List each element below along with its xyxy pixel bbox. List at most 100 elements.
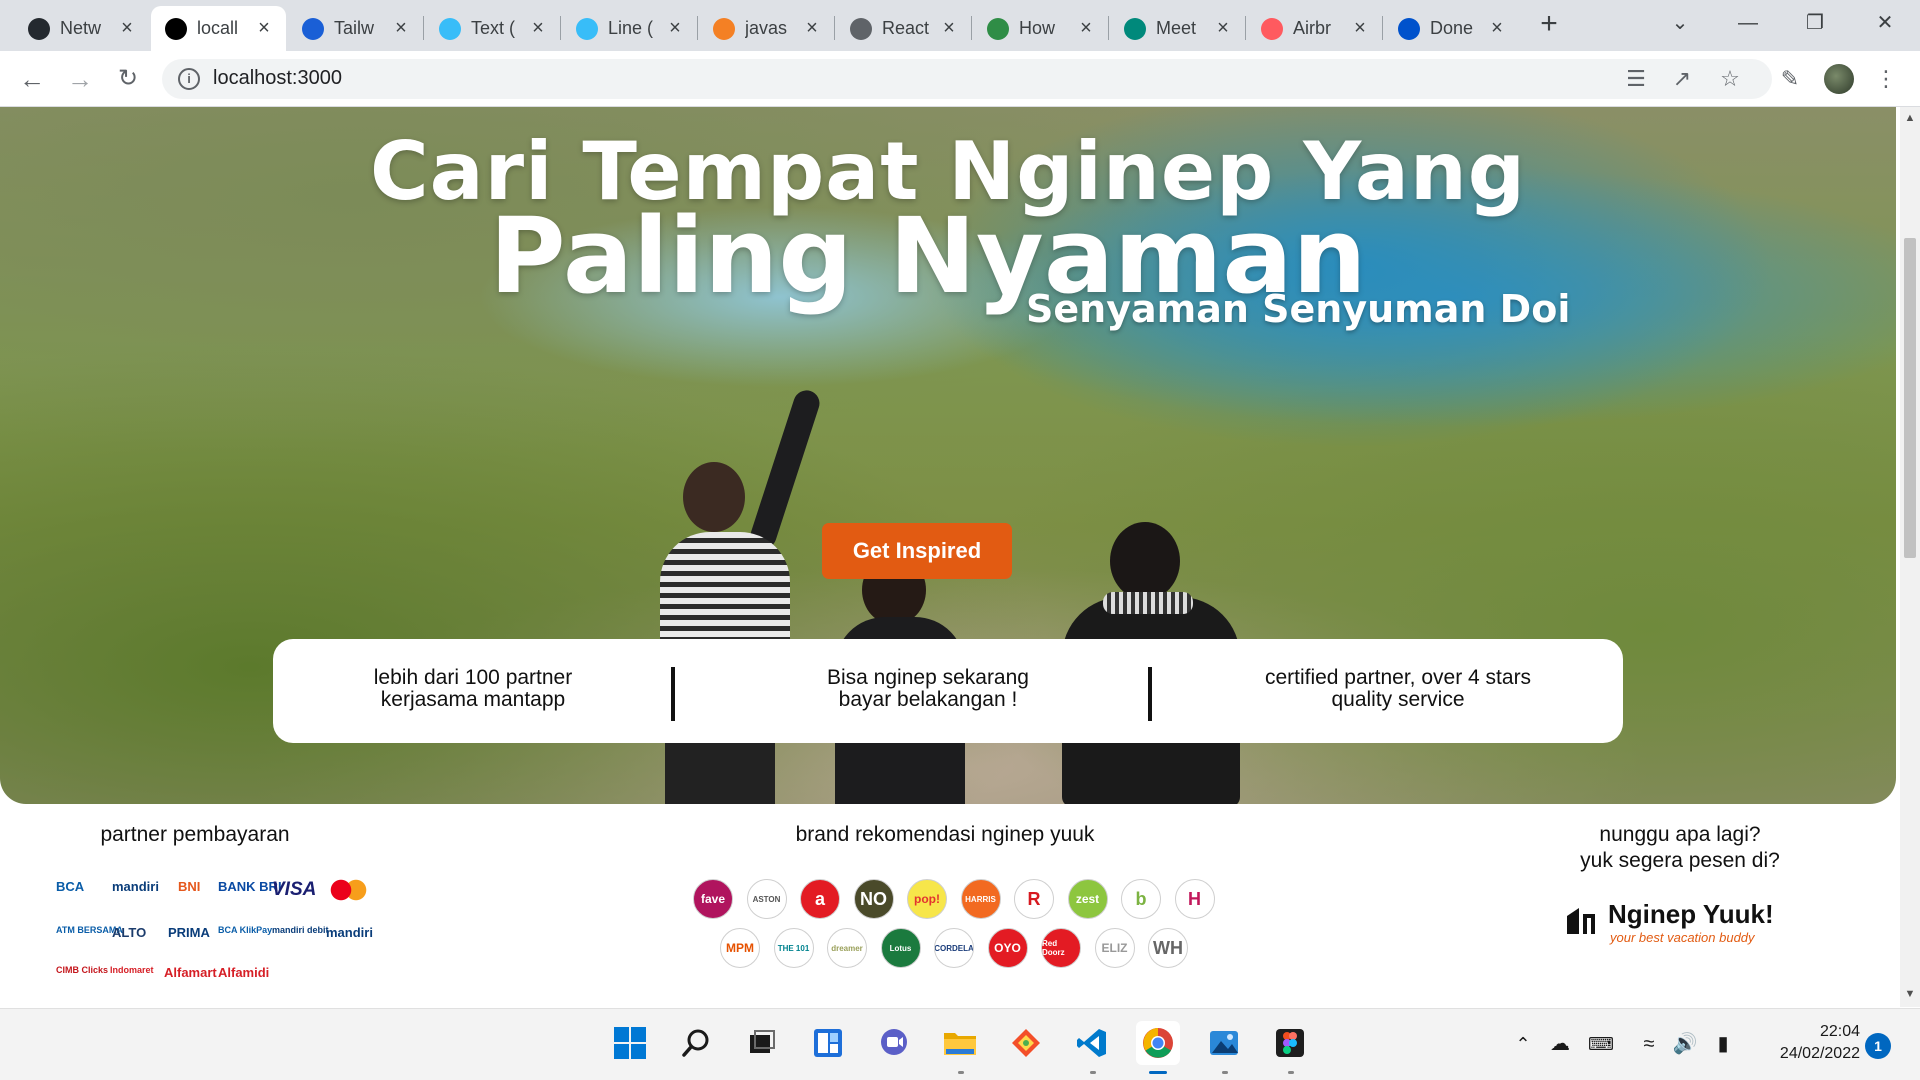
tab-5[interactable]: javas × [699, 6, 834, 51]
widgets-icon[interactable] [806, 1021, 850, 1065]
tab-9[interactable]: Airbr × [1247, 6, 1382, 51]
tab-title: Line ( [608, 18, 654, 38]
back-button[interactable]: ← [16, 63, 48, 95]
nginep-yuuk-logo-name[interactable]: Nginep Yuuk! [1608, 899, 1774, 930]
brand-logo[interactable]: THE 101 [773, 928, 814, 968]
brand-logo[interactable]: H [1174, 879, 1215, 919]
brand-logo[interactable]: pop! [907, 879, 947, 919]
vscode-icon[interactable] [1070, 1021, 1114, 1065]
brand-logo[interactable]: HARRIS [960, 879, 1001, 919]
chat-icon[interactable] [872, 1021, 916, 1065]
menu-icon[interactable]: ⋮ [1872, 65, 1900, 93]
brand-logo[interactable]: a [800, 879, 840, 919]
new-tab-button[interactable]: + [1535, 9, 1563, 41]
tab-0[interactable]: Netw × [14, 6, 149, 51]
reload-button[interactable]: ↻ [112, 63, 144, 95]
url-text: localhost:3000 [213, 67, 342, 89]
brand-logo[interactable]: NO [853, 879, 894, 919]
tab-title: Airbr [1293, 18, 1332, 38]
tab-separator [1245, 16, 1246, 40]
start-icon[interactable] [608, 1021, 652, 1065]
tab-title: React [882, 18, 930, 38]
tab-close-icon[interactable]: × [391, 17, 411, 40]
scroll-down-arrow-icon[interactable]: ▼ [1900, 988, 1920, 1006]
tab-close-icon[interactable]: × [665, 17, 685, 40]
wifi-icon[interactable]: ≈ [1634, 1029, 1664, 1059]
brand-logo[interactable]: WH [1148, 928, 1188, 968]
tab-close-icon[interactable]: × [939, 17, 959, 40]
battery-icon[interactable]: ▮ [1708, 1029, 1738, 1059]
brand-logo[interactable]: ELIZ [1094, 928, 1135, 968]
brand-logo[interactable]: fave [693, 879, 733, 919]
taskbar-running-indicator [958, 1071, 964, 1074]
system-clock[interactable]: 22:04 24/02/2022 [1750, 1021, 1860, 1065]
onedrive-cloud-icon[interactable]: ☁ [1545, 1029, 1575, 1059]
brand-logo[interactable]: MPM [720, 928, 760, 968]
brand-logo[interactable]: zest [1067, 879, 1108, 919]
tab-close-icon[interactable]: × [1487, 17, 1507, 40]
tab-4[interactable]: Line ( × [562, 6, 697, 51]
scroll-up-arrow-icon[interactable]: ▲ [1900, 112, 1920, 130]
brand-logo[interactable]: Red Doorz [1041, 928, 1081, 968]
show-hidden-icons-icon[interactable]: ⌃ [1508, 1029, 1538, 1059]
github-icon [28, 17, 50, 40]
tab-close-icon[interactable]: × [1076, 17, 1096, 40]
triangle-logo-icon [165, 17, 187, 40]
chrome-icon[interactable] [1136, 1021, 1180, 1065]
search-icon[interactable] [674, 1021, 718, 1065]
tab-10[interactable]: Done × [1384, 6, 1519, 51]
extensions-icon[interactable]: ✎ [1776, 65, 1804, 93]
brand-logo[interactable]: Lotus [880, 928, 921, 968]
brand-logo[interactable]: dreamer [827, 928, 867, 968]
payment-logo: mandiri [112, 879, 159, 894]
payment-logo: Indomaret [110, 965, 154, 975]
brand-logo[interactable]: b [1121, 879, 1161, 919]
restore-button[interactable]: ❐ [1795, 8, 1835, 38]
payment-logo: mandiri debit [272, 925, 329, 935]
file-explorer-icon[interactable] [938, 1021, 982, 1065]
tab-search-icon[interactable]: ⌄ [1660, 8, 1700, 38]
payment-logo: VISA [272, 879, 317, 900]
translate-icon[interactable]: ☰ [1622, 65, 1650, 93]
tab-6[interactable]: React × [836, 6, 971, 51]
tab-8[interactable]: Meet × [1110, 6, 1245, 51]
tab-close-icon[interactable]: × [254, 17, 274, 40]
geeksforgeeks-icon [987, 17, 1009, 40]
git-kraken-icon[interactable] [1004, 1021, 1048, 1065]
forward-button[interactable]: → [64, 63, 96, 95]
tab-title: Tailw [334, 18, 375, 38]
tab-1[interactable]: locall × [151, 6, 286, 51]
profile-avatar[interactable] [1824, 64, 1854, 94]
get-inspired-button[interactable]: Get Inspired [822, 523, 1012, 579]
clock-date: 24/02/2022 [1779, 1045, 1860, 1062]
keyboard-icon[interactable]: ⌨ [1586, 1029, 1616, 1059]
tab-2[interactable]: Tailw × [288, 6, 423, 51]
figma-icon[interactable] [1268, 1021, 1312, 1065]
tab-close-icon[interactable]: × [802, 17, 822, 40]
close-window-button[interactable]: ✕ [1865, 8, 1905, 38]
tab-close-icon[interactable]: × [528, 17, 548, 40]
tab-title: Netw [60, 18, 102, 38]
notification-badge[interactable]: 1 [1865, 1033, 1891, 1059]
brand-logo[interactable]: ASTON [746, 879, 787, 919]
volume-icon[interactable]: 🔊 [1670, 1029, 1700, 1059]
brand-logo[interactable]: R [1014, 879, 1054, 919]
task-view-icon[interactable] [740, 1021, 784, 1065]
site-info-icon[interactable]: i [178, 68, 200, 90]
tab-close-icon[interactable]: × [1350, 17, 1370, 40]
brand-logo[interactable]: OYO [987, 928, 1028, 968]
address-bar[interactable]: i localhost:3000 [162, 59, 1772, 99]
tab-close-icon[interactable]: × [117, 17, 137, 40]
payment-logo: Alfamart [164, 965, 217, 980]
bookmark-star-icon[interactable]: ☆ [1716, 65, 1744, 93]
tab-close-icon[interactable]: × [1213, 17, 1233, 40]
tab-3[interactable]: Text (× [425, 6, 560, 51]
tab-7[interactable]: How × [973, 6, 1108, 51]
share-icon[interactable]: ↗ [1668, 65, 1696, 93]
photos-icon[interactable] [1202, 1021, 1246, 1065]
scrollbar-thumb[interactable] [1904, 238, 1916, 558]
brand-logo[interactable]: CORDELA [934, 928, 974, 968]
minimize-button[interactable]: — [1728, 8, 1768, 38]
feature-partners-line-1: lebih dari 100 partner [373, 666, 573, 689]
feature-certified-line-1: certified partner, over 4 stars [1264, 666, 1532, 689]
